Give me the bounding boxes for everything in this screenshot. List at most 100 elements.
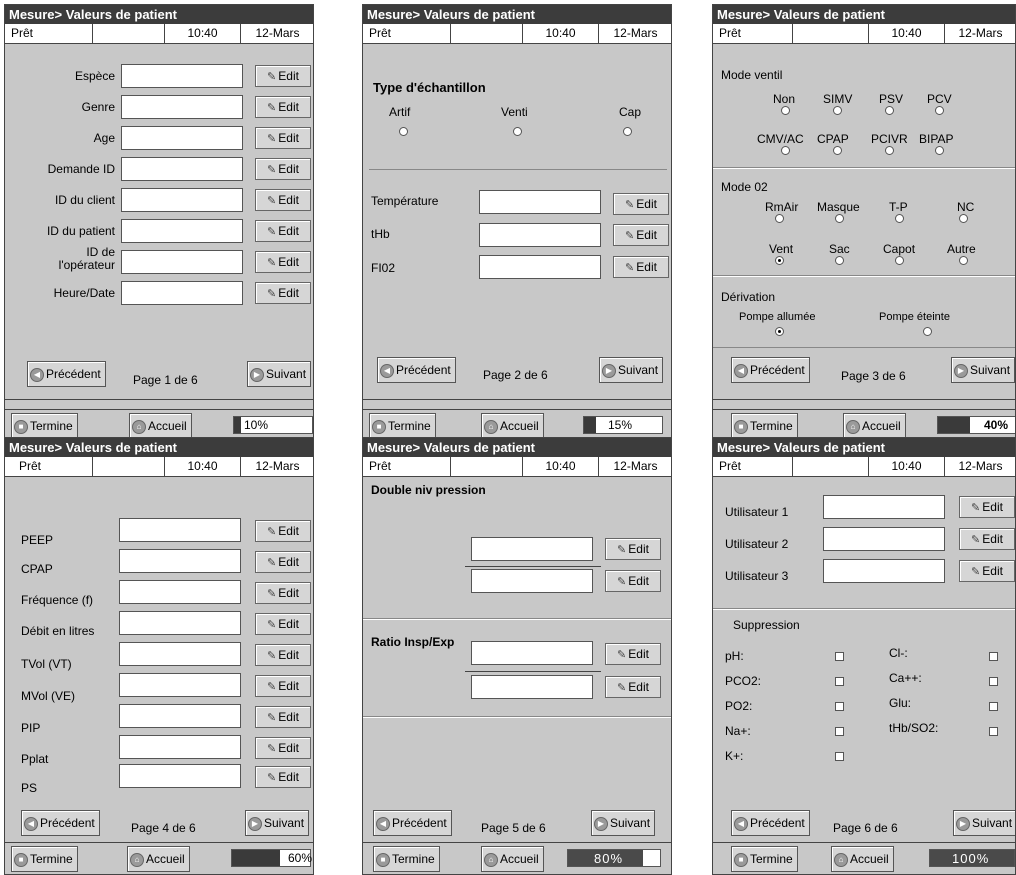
sample-type-artif-radio[interactable]	[399, 127, 408, 136]
temperature-input[interactable]	[479, 190, 601, 214]
pressure-high-input[interactable]	[471, 537, 593, 561]
client-id-edit-button[interactable]: ✎ Edit	[255, 189, 311, 211]
previous-button[interactable]: ◀ Précédent	[373, 810, 452, 836]
suppression-thb-so2-checkbox[interactable]	[989, 727, 998, 736]
suppression-na-checkbox[interactable]	[835, 727, 844, 736]
suppression-ca-checkbox[interactable]	[989, 677, 998, 686]
demande-id-input[interactable]	[121, 157, 243, 181]
home-button[interactable]: ⌂ Accueil	[831, 846, 894, 872]
o2-mode-tp-radio[interactable]	[895, 214, 904, 223]
thb-input[interactable]	[479, 223, 601, 247]
finish-button[interactable]: ■ Termine	[369, 413, 436, 439]
previous-button[interactable]: ◀ Précédent	[731, 810, 810, 836]
vent-mode-pcv-radio[interactable]	[935, 106, 944, 115]
fi02-edit-button[interactable]: ✎ Edit	[613, 256, 669, 278]
vent-mode-psv-radio[interactable]	[885, 106, 894, 115]
o2-mode-rmair-radio[interactable]	[775, 214, 784, 223]
vent-mode-simv-radio[interactable]	[833, 106, 842, 115]
ratio-exp-input[interactable]	[471, 675, 593, 699]
user-1-input[interactable]	[823, 495, 945, 519]
vent-mode-pcivr-radio[interactable]	[885, 146, 894, 155]
patient-id-input[interactable]	[121, 219, 243, 243]
debit-edit-button[interactable]: ✎ Edit	[255, 613, 311, 635]
peep-input[interactable]	[119, 518, 241, 542]
age-edit-button[interactable]: ✎ Edit	[255, 127, 311, 149]
mvol-input[interactable]	[119, 673, 241, 697]
espece-edit-button[interactable]: ✎ Edit	[255, 65, 311, 87]
operator-id-input[interactable]	[121, 250, 243, 274]
o2-mode-autre-radio[interactable]	[959, 256, 968, 265]
finish-button[interactable]: ■ Termine	[11, 413, 78, 439]
demande-id-edit-button[interactable]: ✎ Edit	[255, 158, 311, 180]
o2-mode-vent-radio[interactable]	[775, 256, 784, 265]
next-button[interactable]: ▶ Suivant	[247, 361, 312, 387]
tvol-edit-button[interactable]: ✎ Edit	[255, 644, 311, 666]
finish-button[interactable]: ■ Termine	[11, 846, 78, 872]
cpap-edit-button[interactable]: ✎ Edit	[255, 551, 311, 573]
peep-edit-button[interactable]: ✎ Edit	[255, 520, 311, 542]
home-button[interactable]: ⌂ Accueil	[843, 413, 906, 439]
next-button[interactable]: ▶ Suivant	[599, 357, 664, 383]
pressure-high-edit-button[interactable]: ✎ Edit	[605, 538, 661, 560]
frequence-edit-button[interactable]: ✎ Edit	[255, 582, 311, 604]
derivation-pump-on-radio[interactable]	[775, 327, 784, 336]
temperature-edit-button[interactable]: ✎ Edit	[613, 193, 669, 215]
previous-button[interactable]: ◀ Précédent	[27, 361, 106, 387]
o2-mode-masque-radio[interactable]	[835, 214, 844, 223]
finish-button[interactable]: ■ Termine	[731, 846, 798, 872]
heure-date-edit-button[interactable]: ✎ Edit	[255, 282, 311, 304]
vent-mode-non-radio[interactable]	[781, 106, 790, 115]
next-button[interactable]: ▶ Suivant	[951, 357, 1015, 383]
suppression-glu-checkbox[interactable]	[989, 702, 998, 711]
thb-edit-button[interactable]: ✎ Edit	[613, 224, 669, 246]
user-1-edit-button[interactable]: ✎ Edit	[959, 496, 1015, 518]
ps-input[interactable]	[119, 764, 241, 788]
suppression-pco2-checkbox[interactable]	[835, 677, 844, 686]
user-2-input[interactable]	[823, 527, 945, 551]
ratio-exp-edit-button[interactable]: ✎ Edit	[605, 676, 661, 698]
suppression-po2-checkbox[interactable]	[835, 702, 844, 711]
pressure-low-input[interactable]	[471, 569, 593, 593]
next-button[interactable]: ▶ Suivant	[953, 810, 1015, 836]
genre-edit-button[interactable]: ✎ Edit	[255, 96, 311, 118]
pplat-edit-button[interactable]: ✎ Edit	[255, 737, 311, 759]
patient-id-edit-button[interactable]: ✎ Edit	[255, 220, 311, 242]
home-button[interactable]: ⌂ Accueil	[481, 846, 544, 872]
fi02-input[interactable]	[479, 255, 601, 279]
operator-id-edit-button[interactable]: ✎ Edit	[255, 251, 311, 273]
genre-input[interactable]	[121, 95, 243, 119]
suppression-ph-checkbox[interactable]	[835, 652, 844, 661]
vent-mode-cpap-radio[interactable]	[833, 146, 842, 155]
cpap-input[interactable]	[119, 549, 241, 573]
age-input[interactable]	[121, 126, 243, 150]
client-id-input[interactable]	[121, 188, 243, 212]
finish-button[interactable]: ■ Termine	[373, 846, 440, 872]
o2-mode-nc-radio[interactable]	[959, 214, 968, 223]
o2-mode-capot-radio[interactable]	[895, 256, 904, 265]
espece-input[interactable]	[121, 64, 243, 88]
previous-button[interactable]: ◀ Précédent	[21, 810, 100, 836]
ratio-insp-input[interactable]	[471, 641, 593, 665]
next-button[interactable]: ▶ Suivant	[591, 810, 656, 836]
mvol-edit-button[interactable]: ✎ Edit	[255, 675, 311, 697]
vent-mode-cmvac-radio[interactable]	[781, 146, 790, 155]
previous-button[interactable]: ◀ Précédent	[377, 357, 456, 383]
previous-button[interactable]: ◀ Précédent	[731, 357, 810, 383]
suppression-cl-checkbox[interactable]	[989, 652, 998, 661]
user-2-edit-button[interactable]: ✎ Edit	[959, 528, 1015, 550]
derivation-pump-off-radio[interactable]	[923, 327, 932, 336]
pip-edit-button[interactable]: ✎ Edit	[255, 706, 311, 728]
sample-type-cap-radio[interactable]	[623, 127, 632, 136]
user-3-edit-button[interactable]: ✎ Edit	[959, 560, 1015, 582]
pressure-low-edit-button[interactable]: ✎ Edit	[605, 570, 661, 592]
pip-input[interactable]	[119, 704, 241, 728]
home-button[interactable]: ⌂ Accueil	[481, 413, 544, 439]
frequence-input[interactable]	[119, 580, 241, 604]
home-button[interactable]: ⌂ Accueil	[129, 413, 192, 439]
suppression-k-checkbox[interactable]	[835, 752, 844, 761]
ratio-insp-edit-button[interactable]: ✎ Edit	[605, 643, 661, 665]
tvol-input[interactable]	[119, 642, 241, 666]
heure-date-input[interactable]	[121, 281, 243, 305]
debit-input[interactable]	[119, 611, 241, 635]
next-button[interactable]: ▶ Suivant	[245, 810, 310, 836]
